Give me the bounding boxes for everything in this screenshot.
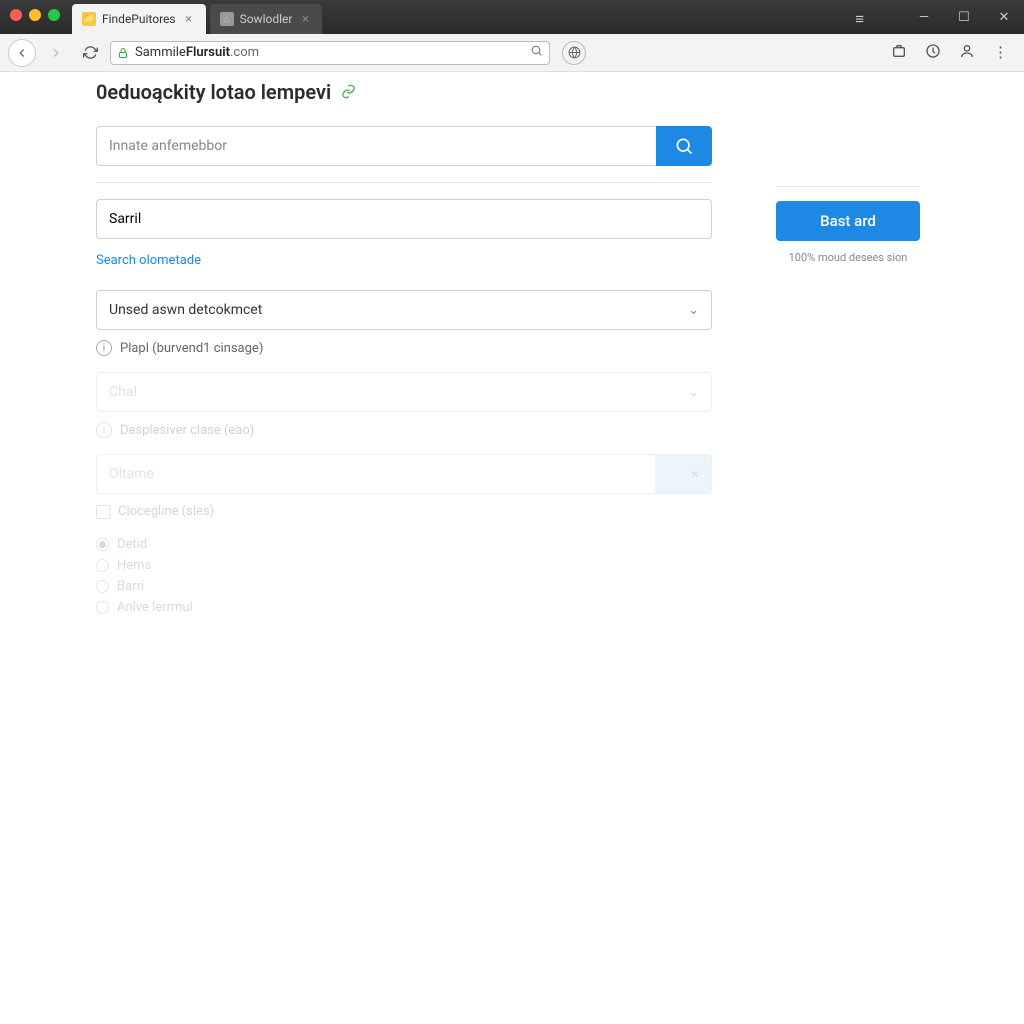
radio-option[interactable]: Hems bbox=[96, 558, 712, 573]
radio-group: Detid Hems Barri Anlve lerrmul bbox=[96, 537, 712, 615]
select-value: Unsed aswn detcokmcet bbox=[109, 302, 262, 318]
close-button[interactable]: ✕ bbox=[984, 0, 1024, 34]
back-button[interactable] bbox=[8, 39, 36, 67]
page-title: 0eduoąckity lotao lempevi bbox=[96, 80, 928, 104]
select-field-2[interactable]: Chal ⌄ bbox=[96, 372, 712, 412]
hint-1: i Plapl (burvend1 cinsage) bbox=[96, 340, 712, 356]
radio-option[interactable]: Anlve lerrmul bbox=[96, 600, 712, 615]
reload-icon bbox=[83, 45, 98, 60]
hint-2: i Desplesiver clase (eao) bbox=[96, 422, 712, 438]
tab-label: Sowlodler bbox=[240, 12, 293, 26]
divider bbox=[776, 186, 920, 187]
hamburger-icon[interactable]: ≡ bbox=[855, 10, 864, 28]
arrow-left-icon bbox=[15, 46, 29, 60]
profile-icon[interactable] bbox=[959, 43, 975, 63]
magnifier-icon bbox=[530, 44, 543, 57]
home-icon: ⌂ bbox=[220, 12, 234, 26]
radio-icon bbox=[96, 538, 109, 551]
clear-icon[interactable]: × bbox=[691, 465, 699, 483]
radio-icon bbox=[96, 601, 109, 614]
info-icon: i bbox=[96, 422, 112, 438]
sidebar-column: Bast ard 100% moud desees sion bbox=[776, 126, 920, 621]
form-column: Search olometade Unsed aswn detcokmcet ⌄… bbox=[96, 126, 712, 621]
text-field-2[interactable]: Oltame × bbox=[96, 454, 712, 494]
maximize-window-dot[interactable] bbox=[48, 9, 60, 21]
radio-option[interactable]: Detid bbox=[96, 537, 712, 552]
cta-subtext: 100% moud desees sion bbox=[776, 251, 920, 264]
extensions-icon[interactable] bbox=[891, 43, 907, 63]
checkbox-icon[interactable] bbox=[96, 505, 110, 519]
primary-cta-button[interactable]: Bast ard bbox=[776, 201, 920, 241]
select-field-1[interactable]: Unsed aswn detcokmcet ⌄ bbox=[96, 290, 712, 330]
chevron-down-icon: ⌄ bbox=[688, 385, 699, 400]
select-placeholder: Chal bbox=[109, 384, 137, 400]
arrow-right-icon bbox=[49, 46, 63, 60]
folder-icon: 📁 bbox=[82, 12, 96, 26]
toolbar-right: ⋮ bbox=[891, 43, 1016, 63]
close-window-dot[interactable] bbox=[10, 9, 22, 21]
restore-button[interactable]: ☐ bbox=[944, 0, 984, 34]
text-placeholder: Oltame bbox=[109, 466, 154, 482]
main-search-input[interactable] bbox=[96, 126, 656, 166]
checkbox-label: Clocegline (sles) bbox=[118, 504, 214, 519]
minimize-button[interactable]: — bbox=[904, 0, 944, 34]
window-controls: — ☐ ✕ bbox=[904, 0, 1024, 34]
radio-icon bbox=[96, 580, 109, 593]
downloads-icon[interactable] bbox=[925, 43, 941, 63]
translate-button[interactable] bbox=[562, 41, 586, 65]
link-icon bbox=[341, 84, 357, 100]
url-field[interactable]: SammileFlursuit.com bbox=[110, 41, 550, 65]
reload-button[interactable] bbox=[76, 39, 104, 67]
magnifier-icon bbox=[674, 136, 694, 156]
info-icon: i bbox=[96, 340, 112, 356]
close-icon[interactable]: × bbox=[298, 12, 312, 26]
search-button[interactable] bbox=[656, 126, 712, 166]
autocomplete-link[interactable]: Search olometade bbox=[96, 253, 201, 268]
globe-icon bbox=[568, 46, 581, 59]
chevron-down-icon: ⌄ bbox=[688, 303, 699, 318]
url-text: SammileFlursuit.com bbox=[135, 45, 259, 60]
minimize-window-dot[interactable] bbox=[29, 9, 41, 21]
browser-tabs: 📁 FindePuitores × ⌂ Sowlodler × bbox=[72, 4, 322, 34]
text-field-1[interactable] bbox=[96, 199, 712, 239]
text-input-1[interactable] bbox=[109, 211, 699, 227]
tab-label: FindePuitores bbox=[102, 12, 176, 26]
search-in-url-icon[interactable] bbox=[530, 44, 543, 61]
page-content: 0eduoąckity lotao lempevi Search olometa… bbox=[0, 72, 1024, 621]
browser-tab-inactive[interactable]: ⌂ Sowlodler × bbox=[210, 4, 323, 34]
radio-option[interactable]: Barri bbox=[96, 579, 712, 594]
close-icon[interactable]: × bbox=[182, 12, 196, 26]
browser-tab-active[interactable]: 📁 FindePuitores × bbox=[72, 4, 206, 34]
address-bar: SammileFlursuit.com ⋮ bbox=[0, 34, 1024, 72]
divider bbox=[96, 182, 712, 183]
titlebar: 📁 FindePuitores × ⌂ Sowlodler × ≡ — ☐ ✕ bbox=[0, 0, 1024, 34]
menu-icon[interactable]: ⋮ bbox=[993, 43, 1008, 63]
forward-button[interactable] bbox=[42, 39, 70, 67]
checkbox-row[interactable]: Clocegline (sles) bbox=[96, 504, 712, 519]
traffic-lights bbox=[10, 9, 60, 21]
lock-icon bbox=[117, 47, 129, 59]
radio-icon bbox=[96, 559, 109, 572]
search-row bbox=[96, 126, 712, 166]
